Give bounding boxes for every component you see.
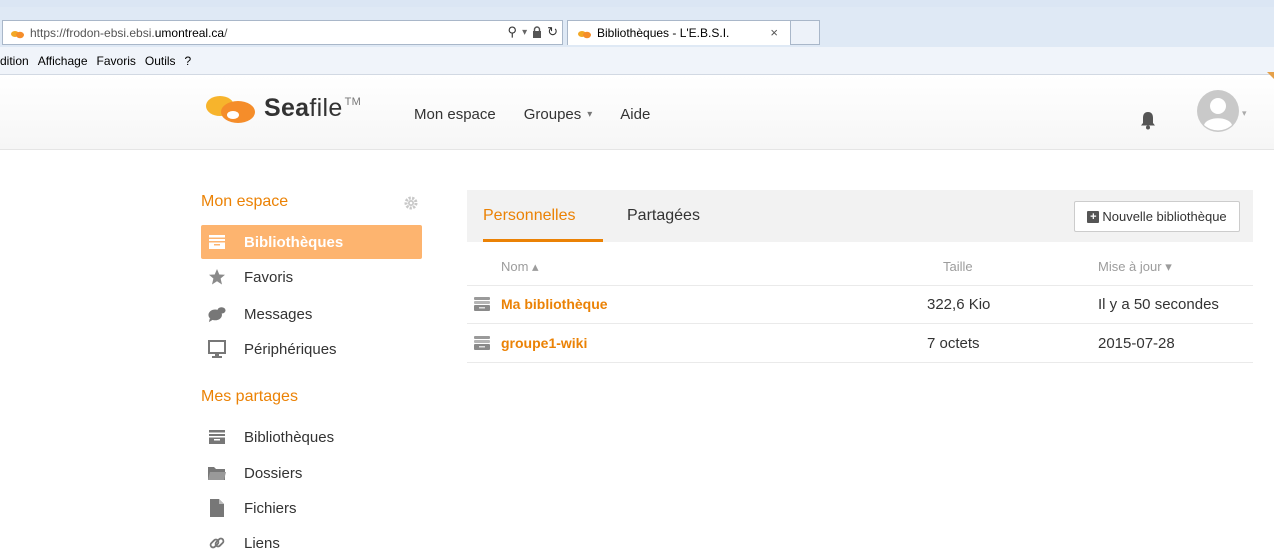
seafile-logo[interactable]: Seafile TM (200, 90, 361, 126)
column-header-mise-a-jour[interactable]: Mise à jour ▾ (1098, 259, 1172, 275)
gear-icon[interactable] (404, 196, 418, 210)
url-domain: umontreal.ca (154, 25, 225, 40)
logo-tm: TM (344, 95, 362, 108)
library-icon (474, 336, 490, 350)
column-header-taille: Taille (943, 259, 973, 274)
logo-file: file (309, 93, 343, 122)
browser-top-strip (0, 0, 1274, 7)
lock-icon[interactable] (532, 26, 542, 38)
menu-help[interactable]: ? (185, 54, 192, 68)
sidebar-item-partages-bibliotheques[interactable]: Bibliothèques (201, 420, 422, 454)
table-row[interactable]: groupe1-wiki 7 octets 2015-07-28 (467, 325, 1253, 363)
sidebar-item-peripheriques[interactable]: Périphériques (201, 332, 422, 366)
address-url[interactable]: https://frodon-ebsi.ebsi.umontreal.ca/ (30, 26, 227, 40)
file-icon (208, 499, 226, 517)
column-header-nom[interactable]: Nom ▴ (501, 259, 539, 275)
address-tools: ⚲ ▾ ↻ (508, 24, 558, 40)
browser-chrome: https://frodon-ebsi.ebsi.umontreal.ca/ ⚲… (0, 0, 1274, 75)
library-name-link[interactable]: Ma bibliothèque (501, 296, 608, 312)
search-icon[interactable]: ⚲ (508, 24, 518, 40)
avatar[interactable] (1196, 89, 1240, 133)
menu-favoris[interactable]: Favoris (97, 54, 136, 68)
monitor-icon (208, 340, 226, 358)
site-header: Seafile TM Mon espace Groupes ▾ Aide ▾ (0, 75, 1274, 150)
sidebar-item-label: Bibliothèques (244, 233, 344, 251)
tab-personnelles[interactable]: Personnelles (483, 207, 576, 225)
seafile-favicon (578, 31, 591, 39)
menu-affichage[interactable]: Affichage (38, 54, 88, 68)
menu-outils[interactable]: Outils (145, 54, 176, 68)
sidebar-item-fichiers[interactable]: Fichiers (201, 491, 422, 525)
nav-mon-espace[interactable]: Mon espace (414, 106, 496, 123)
library-icon (474, 297, 490, 311)
sidebar-item-label: Liens (244, 534, 280, 552)
tab-title: Bibliothèques - L'E.B.S.I. (597, 26, 730, 40)
url-prefix: https://frodon-ebsi.ebsi. (30, 25, 155, 40)
seafile-favicon (11, 30, 24, 38)
close-icon[interactable]: × (770, 25, 778, 40)
logo-sea: Sea (264, 93, 310, 122)
sidebar-heading-mon-espace: Mon espace (201, 193, 289, 210)
sidebar-item-liens[interactable]: Liens (201, 526, 422, 559)
main-nav: Mon espace Groupes ▾ Aide (414, 106, 678, 123)
bell-icon[interactable] (1137, 109, 1159, 131)
menu-edition[interactable]: dition (0, 54, 29, 68)
nav-groupes[interactable]: Groupes ▾ (524, 106, 593, 123)
nav-aide-label: Aide (620, 106, 651, 123)
sidebar-item-dossiers[interactable]: Dossiers (201, 456, 422, 490)
seafile-logo-icon (206, 96, 255, 123)
sidebar-item-label: Messages (244, 305, 313, 323)
sidebar-item-messages[interactable]: Messages (201, 297, 422, 331)
sidebar-item-label: Dossiers (244, 464, 303, 482)
nav-groupes-label: Groupes (523, 106, 582, 123)
new-tab-button[interactable] (791, 20, 820, 45)
sidebar-item-label: Favoris (244, 268, 294, 286)
corner-marker (1267, 72, 1274, 79)
dropdown-icon[interactable]: ▾ (522, 27, 527, 38)
url-suffix: / (224, 25, 228, 40)
link-icon (208, 534, 226, 552)
sidebar-item-label: Fichiers (244, 499, 297, 517)
chevron-down-icon: ▾ (587, 109, 593, 120)
nav-aide[interactable]: Aide (620, 106, 650, 123)
sidebar-heading-mes-partages: Mes partages (201, 388, 298, 405)
browser-menubar: dition Affichage Favoris Outils ? (0, 47, 1274, 75)
table-row[interactable]: Ma bibliothèque 322,6 Kio Il y a 50 seco… (467, 286, 1253, 324)
plus-icon: + (1087, 210, 1100, 223)
star-icon (208, 268, 226, 286)
library-size: 322,6 Kio (927, 296, 991, 313)
sidebar-item-label: Bibliothèques (244, 428, 335, 446)
new-library-button[interactable]: + Nouvelle bibliothèque (1074, 201, 1240, 232)
library-size: 7 octets (927, 335, 980, 352)
library-tabbar: Personnelles Partagées + Nouvelle biblio… (467, 190, 1253, 242)
library-updated: 2015-07-28 (1098, 335, 1175, 352)
tab-partagees[interactable]: Partagées (627, 207, 700, 225)
active-tab-underline (483, 239, 603, 242)
folder-icon (208, 464, 226, 482)
library-icon (208, 233, 226, 251)
nav-mon-espace-label: Mon espace (414, 106, 496, 123)
seafile-logo-text: Seafile TM (264, 94, 361, 123)
chevron-down-icon[interactable]: ▾ (1242, 108, 1247, 119)
library-name-link[interactable]: groupe1-wiki (501, 335, 587, 351)
sidebar-item-label: Périphériques (244, 340, 337, 358)
sidebar-item-bibliotheques[interactable]: Bibliothèques (201, 225, 422, 259)
sidebar-item-favoris[interactable]: Favoris (201, 260, 422, 294)
library-updated: Il y a 50 secondes (1098, 296, 1219, 313)
messages-icon (208, 305, 226, 323)
new-library-label: Nouvelle bibliothèque (1102, 209, 1227, 224)
library-icon (208, 428, 226, 446)
browser-tab-active[interactable]: Bibliothèques - L'E.B.S.I. × (567, 20, 791, 45)
refresh-icon[interactable]: ↻ (547, 24, 558, 40)
address-bar[interactable]: https://frodon-ebsi.ebsi.umontreal.ca/ ⚲… (2, 20, 563, 45)
